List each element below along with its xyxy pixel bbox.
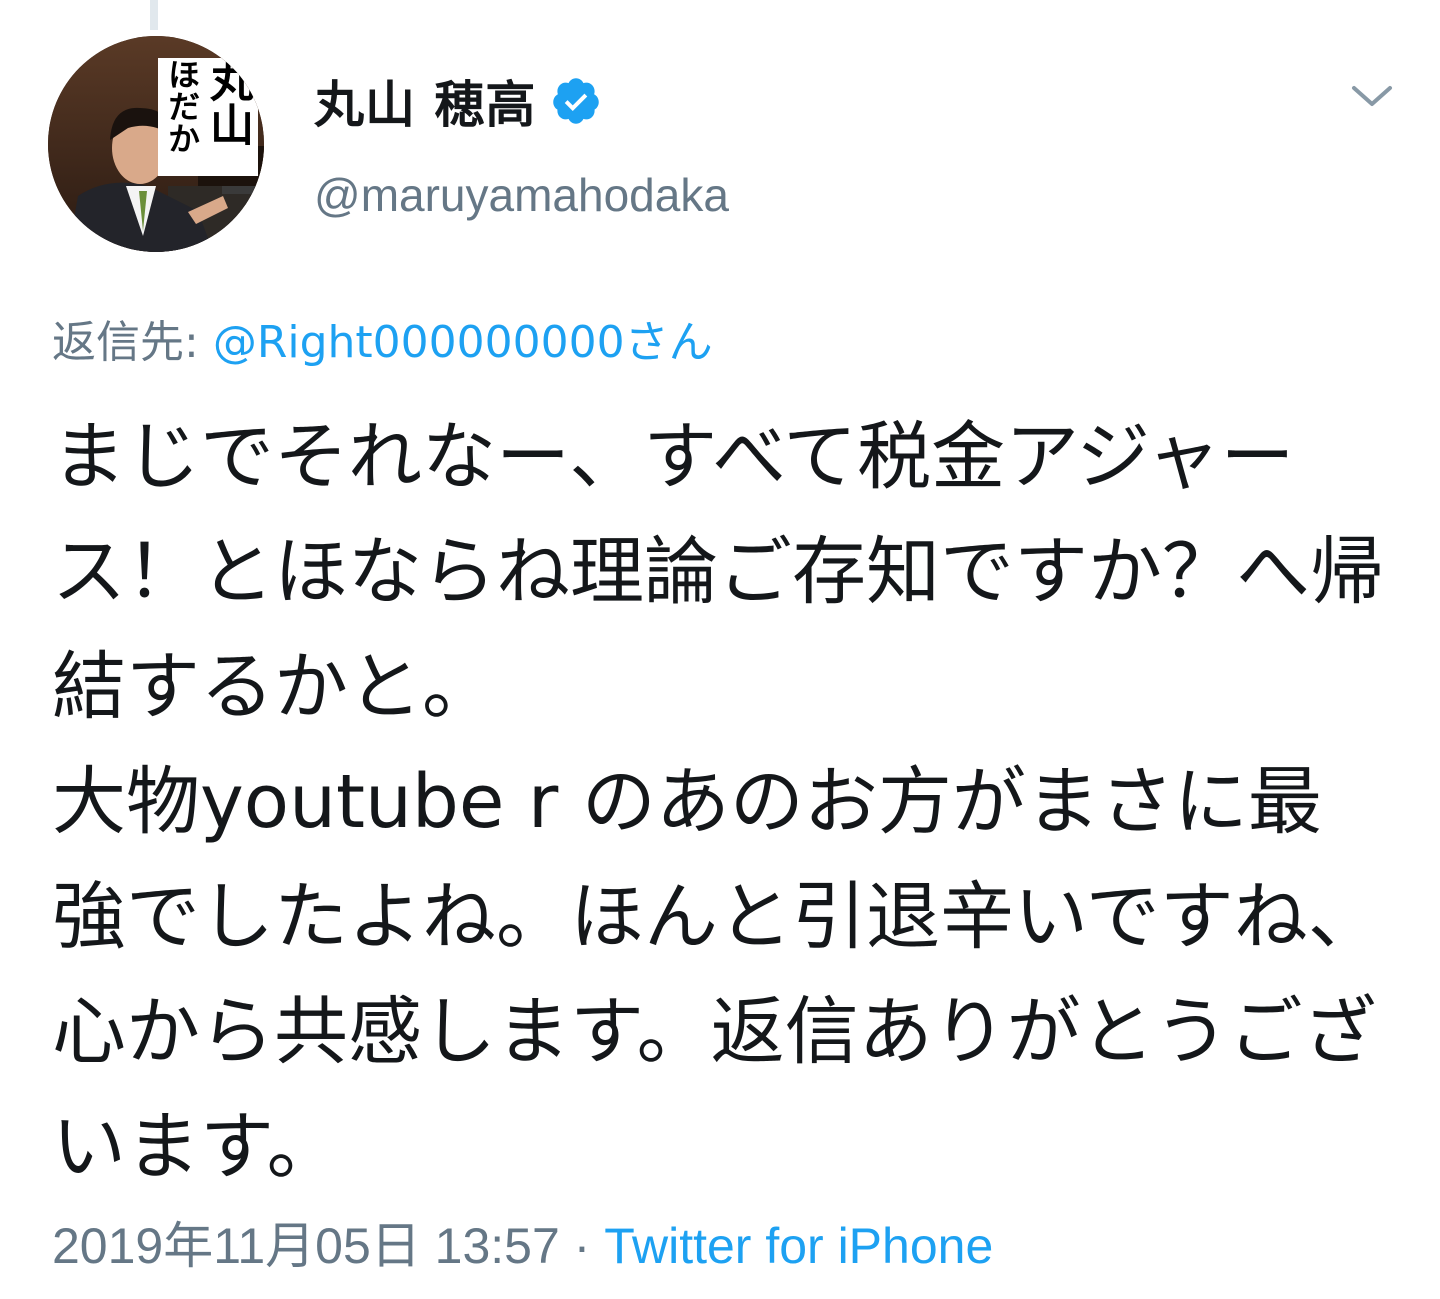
tweet-meta: 2019年11月05日 13:57 · Twitter for iPhone [52,1206,993,1278]
author-name-row: 丸山 穂高 [314,66,602,136]
author-handle[interactable]: @maruyamahodaka [314,168,729,222]
avatar-lettering-surname: 丸山 [202,58,253,146]
display-name[interactable]: 丸山 穂高 [314,65,536,137]
verified-badge-icon [553,78,600,124]
avatar[interactable]: 丸山 ほだか [48,36,264,252]
reply-context: 返信先: @Right000000000さん [52,306,713,370]
tweet-timestamp[interactable]: 2019年11月05日 13:57 [52,1218,560,1274]
avatar-lettering-given: ほだか [163,58,201,154]
reply-to-label: 返信先: [52,317,213,368]
reply-to-mention-link[interactable]: @Right000000000さん [213,317,713,368]
chevron-down-icon[interactable] [1348,78,1396,114]
tweet-text: まじでそれなー、すべて税金アジャース！とほならね理論ご存知ですか？へ帰結するかと… [52,414,1384,1190]
meta-separator: · [559,1218,605,1274]
tweet-source-link[interactable]: Twitter for iPhone [604,1218,993,1274]
avatar-lettering: 丸山 ほだか [158,58,258,176]
thread-connector-line [150,0,158,30]
